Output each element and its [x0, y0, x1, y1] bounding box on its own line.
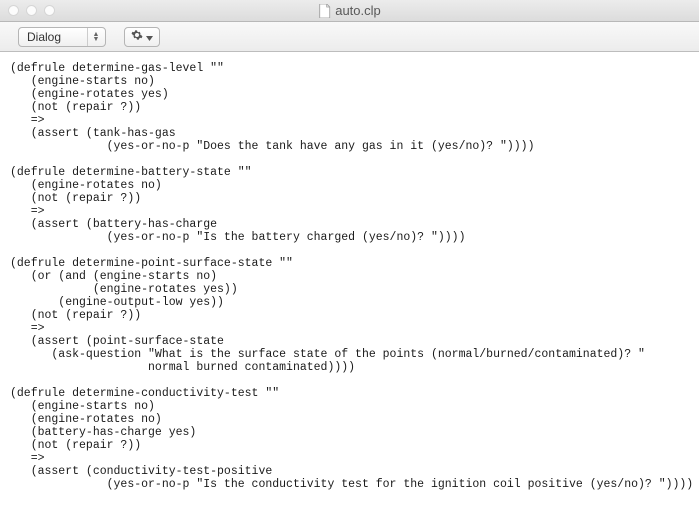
- settings-button[interactable]: [124, 27, 160, 47]
- file-icon: [318, 4, 330, 18]
- gear-icon: [131, 28, 143, 46]
- dropdown-label: Dialog: [27, 30, 61, 44]
- traffic-lights: [0, 5, 55, 16]
- maximize-button[interactable]: [44, 5, 55, 16]
- close-button[interactable]: [8, 5, 19, 16]
- updown-arrows-icon: ▲▼: [87, 28, 101, 46]
- code-editor[interactable]: (defrule determine-gas-level "" (engine-…: [0, 52, 699, 520]
- minimize-button[interactable]: [26, 5, 37, 16]
- titlebar: auto.clp: [0, 0, 699, 22]
- dialog-dropdown[interactable]: Dialog ▲▼: [18, 27, 106, 47]
- toolbar: Dialog ▲▼: [0, 22, 699, 52]
- window-title-text: auto.clp: [335, 3, 381, 18]
- dropdown-arrow-icon: [146, 28, 153, 46]
- window-title: auto.clp: [318, 3, 381, 18]
